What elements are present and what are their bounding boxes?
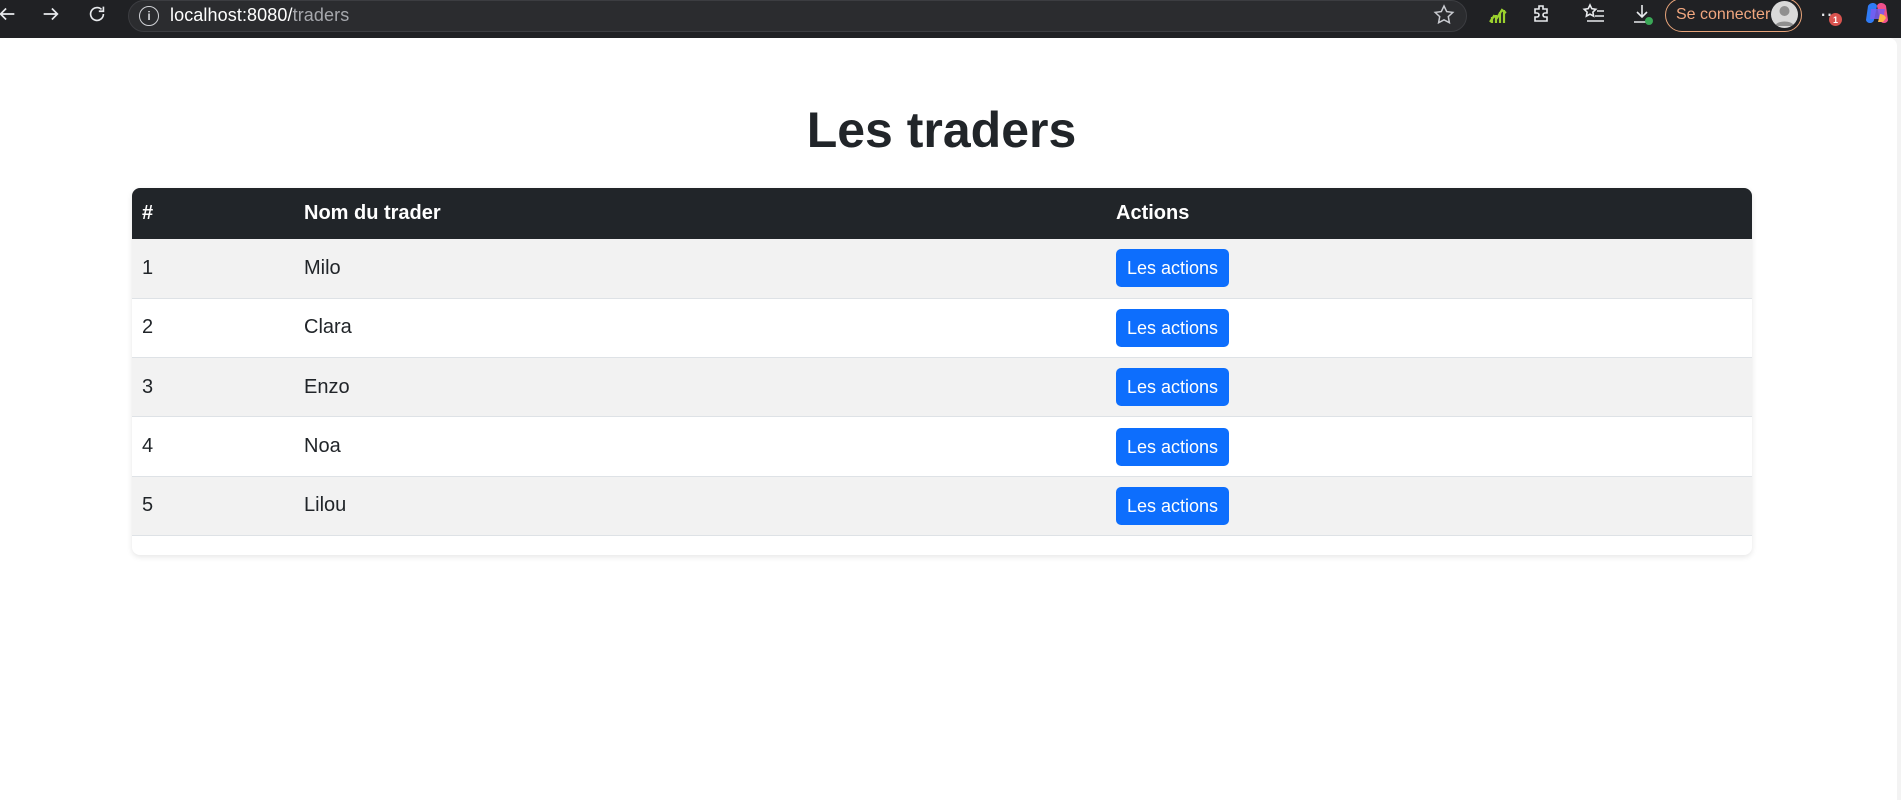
trader-name: Enzo [304,375,350,398]
reload-icon[interactable] [80,0,114,27]
notification-count: 1 [1832,14,1838,25]
page-content: Les traders # Nom du trader Actions 1 Mi… [0,38,1897,800]
more-options-icon[interactable]: ··· [1812,0,1846,28]
table-row: 5 Lilou Les actions [132,476,1752,536]
view-actions-button[interactable]: Les actions [1116,368,1230,407]
view-actions-button[interactable]: Les actions [1116,427,1230,466]
actions-cell: Les actions [1106,239,1752,298]
traders-table-card: # Nom du trader Actions 1 Milo Les actio… [132,188,1752,555]
header-number: # [142,202,154,224]
trader-name: Milo [304,256,341,279]
extensions-icon[interactable] [1528,0,1556,28]
table-row: 1 Milo Les actions [132,239,1752,299]
header-actions: Actions [1116,202,1190,224]
site-info-icon[interactable]: i [139,6,159,26]
actions-cell: Les actions [1106,358,1752,417]
avatar [1771,1,1798,28]
url-path: traders [292,5,350,25]
sign-in-label: Se connecter [1676,6,1771,23]
url-host: localhost:8080/ [170,5,293,25]
trader-id: 4 [142,435,154,458]
header-trader-name: Nom du trader [304,202,441,224]
back-arrow-icon[interactable] [0,0,24,27]
actions-cell: Les actions [1106,476,1752,535]
trader-id: 1 [142,256,154,279]
trader-name: Lilou [304,494,347,517]
window-edge [1897,38,1901,800]
view-actions-button[interactable]: Les actions [1116,486,1230,525]
downloads-icon[interactable] [1628,0,1656,28]
copilot-icon[interactable] [1862,0,1892,28]
trader-name: Clara [304,316,352,339]
sign-in-button[interactable]: Se connecter [1665,0,1802,32]
forward-arrow-icon[interactable] [34,0,68,27]
url-text[interactable]: localhost:8080/traders [170,5,349,26]
table-row: 2 Clara Les actions [132,298,1752,358]
trader-id: 5 [142,494,154,517]
browser-toolbar: i localhost:8080/traders Se connecter ··… [0,0,1901,38]
view-actions-button[interactable]: Les actions [1116,249,1230,288]
trader-id: 2 [142,316,154,339]
table-row: 3 Enzo Les actions [132,357,1752,417]
actions-cell: Les actions [1106,417,1752,476]
trader-name: Noa [304,435,341,458]
notification-badge: 1 [1829,13,1842,26]
favorite-star-icon[interactable] [1432,3,1456,27]
address-bar[interactable]: i localhost:8080/traders [128,0,1467,32]
view-actions-button[interactable]: Les actions [1116,308,1230,347]
actions-cell: Les actions [1106,298,1752,357]
trader-id: 3 [142,375,154,398]
performance-icon[interactable] [1484,0,1512,28]
table-header-row: # Nom du trader Actions [132,188,1752,239]
page-title: Les traders [806,102,1077,158]
table-row: 4 Noa Les actions [132,416,1752,477]
favorites-list-icon[interactable] [1580,0,1608,28]
traders-table: # Nom du trader Actions 1 Milo Les actio… [132,188,1752,536]
